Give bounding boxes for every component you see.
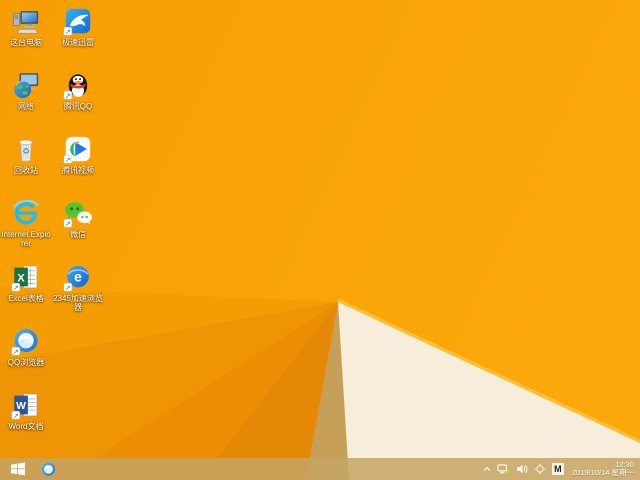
ime-indicator[interactable]: M xyxy=(551,463,564,475)
svg-text:↗: ↗ xyxy=(65,285,71,292)
desktop-icon-xunlei-thunder[interactable]: ↗ 极速迅雷 xyxy=(52,4,104,68)
xunlei-thunder-icon: ↗ xyxy=(63,8,91,36)
icon-label: 2345加速浏览器 xyxy=(53,294,103,312)
icon-label: Excel表格 xyxy=(8,294,44,303)
icon-label: 腾讯视频 xyxy=(62,166,94,175)
taskbar: M 12:30 2019/10/14 星期一 xyxy=(0,458,640,480)
windows-desktop: 这台电脑 ↗ 极速迅雷 网络 ↗ 腾讯QQ ♻ 回收站 ↗ 腾讯视频 Inter… xyxy=(0,0,640,480)
excel-icon: X ↗ xyxy=(11,265,38,292)
icon-label: QQ浏览器 xyxy=(7,358,45,367)
desktop-icon-excel[interactable]: X ↗ Excel表格 xyxy=(0,260,52,324)
desktop-icon-tencent-video[interactable]: ↗ 腾讯视频 xyxy=(52,132,104,196)
touchpad-tray-icon[interactable] xyxy=(534,463,546,475)
svg-text:↗: ↗ xyxy=(65,157,71,164)
recycle-bin-icon: ♻ xyxy=(19,139,33,162)
system-tray: M 12:30 2019/10/14 星期一 xyxy=(483,460,640,478)
word-icon: W ↗ xyxy=(11,393,38,420)
icon-label: 腾讯QQ xyxy=(63,102,93,111)
ime-microsoft-pinyin-icon: M xyxy=(551,463,564,475)
qq-browser-icon: ↗ xyxy=(11,329,38,356)
taskbar-qq-browser-button[interactable] xyxy=(34,458,62,480)
volume-tray-icon[interactable] xyxy=(516,463,528,475)
desktop-icon-this-pc[interactable]: 这台电脑 xyxy=(0,4,52,68)
svg-text:↗: ↗ xyxy=(65,29,71,36)
this-pc-icon xyxy=(12,11,39,34)
icon-label: 网络 xyxy=(18,102,34,111)
svg-text:↗: ↗ xyxy=(65,93,71,100)
icon-label: 极速迅雷 xyxy=(62,38,94,47)
tencent-video-icon: ↗ xyxy=(63,136,91,164)
desktop-icon-word[interactable]: W ↗ Word文档 xyxy=(0,388,52,452)
wechat-icon: ↗ xyxy=(63,202,93,228)
desktop-icon-grid: 这台电脑 ↗ 极速迅雷 网络 ↗ 腾讯QQ ♻ 回收站 ↗ 腾讯视频 Inter… xyxy=(0,4,104,452)
clock-date: 2019/10/14 星期一 xyxy=(571,468,634,477)
desktop-icon-qq-browser[interactable]: ↗ QQ浏览器 xyxy=(0,324,52,388)
svg-text:X: X xyxy=(17,272,25,284)
shortcut-arrow-badge: ↗ xyxy=(11,410,21,420)
svg-text:e: e xyxy=(74,269,82,285)
qq-browser-icon xyxy=(41,462,55,476)
2345-browser-icon: e ↗ xyxy=(63,265,89,292)
shortcut-arrow-badge: ↗ xyxy=(11,282,21,292)
desktop-icon-wechat[interactable]: ↗ 微信 xyxy=(52,196,104,260)
desktop-icon-internet-explorer[interactable]: Internet Explorer xyxy=(0,196,52,260)
start-button[interactable] xyxy=(2,458,34,480)
crosshair-circle-icon xyxy=(534,463,546,475)
desktop-icon-tencent-qq[interactable]: ↗ 腾讯QQ xyxy=(52,68,104,132)
shortcut-arrow-badge: ↗ xyxy=(63,154,73,164)
svg-text:↗: ↗ xyxy=(65,221,71,228)
desktop-icon-recycle-bin[interactable]: ♻ 回收站 xyxy=(0,132,52,196)
tencent-qq-icon: ↗ xyxy=(63,74,88,100)
network-status-tray-icon[interactable] xyxy=(497,463,510,475)
shortcut-arrow-badge: ↗ xyxy=(11,346,21,356)
windows-logo-icon xyxy=(11,462,25,476)
network-warning-icon xyxy=(497,464,510,475)
svg-text:↗: ↗ xyxy=(13,349,19,356)
icon-label: 这台电脑 xyxy=(10,38,42,47)
shortcut-arrow-badge: ↗ xyxy=(63,26,73,36)
svg-text:W: W xyxy=(16,401,26,412)
speaker-icon xyxy=(516,464,528,474)
shortcut-arrow-badge: ↗ xyxy=(63,282,73,292)
svg-text:↗: ↗ xyxy=(13,413,19,420)
taskbar-clock[interactable]: 12:30 2019/10/14 星期一 xyxy=(571,460,634,478)
chevron-up-icon xyxy=(483,466,491,471)
shortcut-arrow-badge: ↗ xyxy=(63,90,73,100)
icon-label: Word文档 xyxy=(8,422,44,431)
svg-text:↗: ↗ xyxy=(13,285,19,292)
desktop-icon-2345-browser[interactable]: e ↗ 2345加速浏览器 xyxy=(52,260,104,324)
icon-label: 回收站 xyxy=(14,166,38,175)
desktop-icon-network[interactable]: 网络 xyxy=(0,68,52,132)
svg-text:♻: ♻ xyxy=(22,146,30,156)
internet-explorer-icon xyxy=(13,200,39,225)
show-hidden-icons-button[interactable] xyxy=(483,465,491,473)
network-icon xyxy=(14,73,39,99)
icon-label: 微信 xyxy=(70,230,86,239)
icon-label: Internet Explorer xyxy=(1,230,51,248)
shortcut-arrow-badge: ↗ xyxy=(63,218,73,228)
